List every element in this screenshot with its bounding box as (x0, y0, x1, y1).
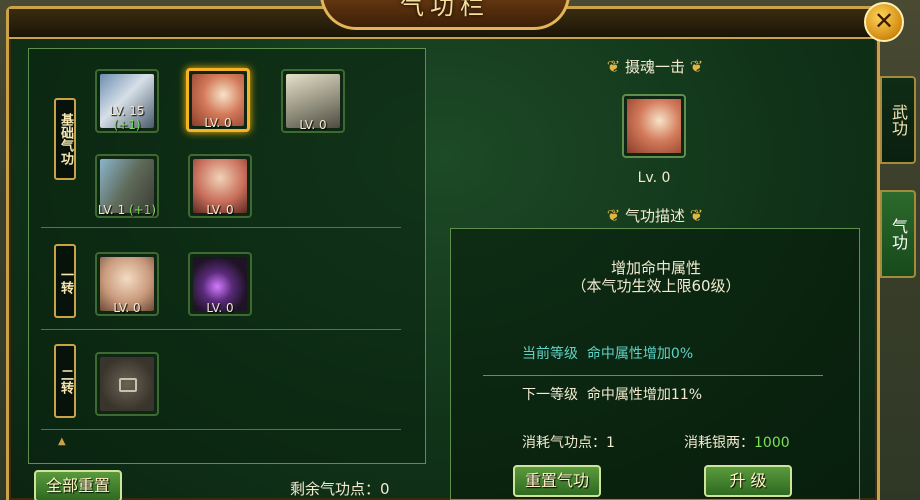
lock-icon (119, 378, 137, 392)
cost-silver-value: 1000 (754, 435, 790, 451)
close-button[interactable]: ✕ (864, 2, 904, 42)
next-level-value: 命中属性增加11% (586, 387, 703, 403)
skill-level: LV. 0 (113, 301, 141, 315)
desc-title: 气功描述 (624, 207, 685, 225)
cost-points: 消耗气功点：1 (522, 432, 615, 452)
skill-bonus: (+1) (113, 118, 141, 132)
next-level-label: 下一等级 (522, 387, 578, 403)
skill-level: LV. 0 (299, 118, 327, 132)
skill-bonus: (+1) (129, 203, 157, 217)
selected-skill-level: Lv. 0 (637, 170, 671, 186)
current-level-label: 当前等级 (522, 346, 578, 362)
ornament-left-icon: ❦ (606, 206, 621, 225)
ornament-right-icon: ❦ (689, 57, 704, 76)
next-level-info: 下一等级 命中属性增加11% (522, 384, 702, 404)
skill-level: LV. 15 (109, 104, 145, 118)
tab-qigong[interactable]: 气功 (880, 190, 916, 278)
cost-points-value: 1 (606, 435, 615, 451)
close-icon: ✕ (873, 7, 895, 35)
skill-slot[interactable]: LV. 0 (188, 154, 252, 218)
row-tag-second-rebirth: 二转 (54, 344, 76, 418)
reset-skill-button[interactable]: 重置气功 (513, 465, 601, 497)
skill-level: LV. 0 (206, 301, 234, 315)
desc-divider (483, 375, 823, 376)
current-level-info: 当前等级 命中属性增加0% (522, 343, 693, 363)
row-divider (41, 227, 401, 228)
skill-slot-selected[interactable]: LV. 0 (186, 68, 250, 132)
skill-slot[interactable]: LV. 1 (+1) (95, 154, 159, 218)
skill-slot[interactable]: LV. 15 (+1) (95, 69, 159, 133)
skill-slot-locked[interactable] (95, 352, 159, 416)
selected-skill-icon (622, 94, 686, 158)
scroll-indicator-icon: ▲ (58, 436, 66, 447)
skill-level: LV. 1 (97, 203, 126, 217)
skill-name: 摄魂一击 (624, 58, 685, 76)
current-level-value: 命中属性增加0% (586, 346, 694, 362)
ornament-right-icon: ❦ (689, 206, 704, 225)
skill-level: LV. 0 (206, 203, 234, 217)
description-panel: 增加命中属性 （本气功生效上限60级） (450, 228, 860, 500)
row-tag-first-rebirth: 一转 (54, 244, 76, 318)
tab-martial-arts[interactable]: 武功 (880, 76, 916, 164)
row-divider (41, 329, 401, 330)
blade-strike-icon (627, 99, 681, 153)
cost-silver-label: 消耗银两： (684, 435, 754, 451)
skill-name-header: ❦ 摄魂一击 ❦ (580, 56, 730, 77)
desc-line-2: （本气功生效上限60级） (571, 277, 741, 295)
row-tag-basic: 基础气功 (54, 98, 76, 180)
remaining-points: 剩余气功点：0 (290, 480, 390, 498)
skill-slot[interactable]: LV. 0 (281, 69, 345, 133)
window-title: 气功栏 (400, 0, 490, 20)
row-divider (41, 429, 401, 430)
upgrade-button[interactable]: 升 级 (704, 465, 792, 497)
cost-points-label: 消耗气功点： (522, 435, 606, 451)
ornament-left-icon: ❦ (606, 57, 621, 76)
skill-level: LV. 0 (204, 116, 232, 130)
desc-header: ❦ 气功描述 ❦ (580, 205, 730, 226)
cost-silver: 消耗银两：1000 (684, 432, 790, 452)
reset-all-button[interactable]: 全部重置 (34, 470, 122, 500)
skill-slot[interactable]: LV. 0 (95, 252, 159, 316)
skill-slot[interactable]: LV. 0 (188, 252, 252, 316)
window-title-plate: 气功栏 (320, 0, 570, 30)
